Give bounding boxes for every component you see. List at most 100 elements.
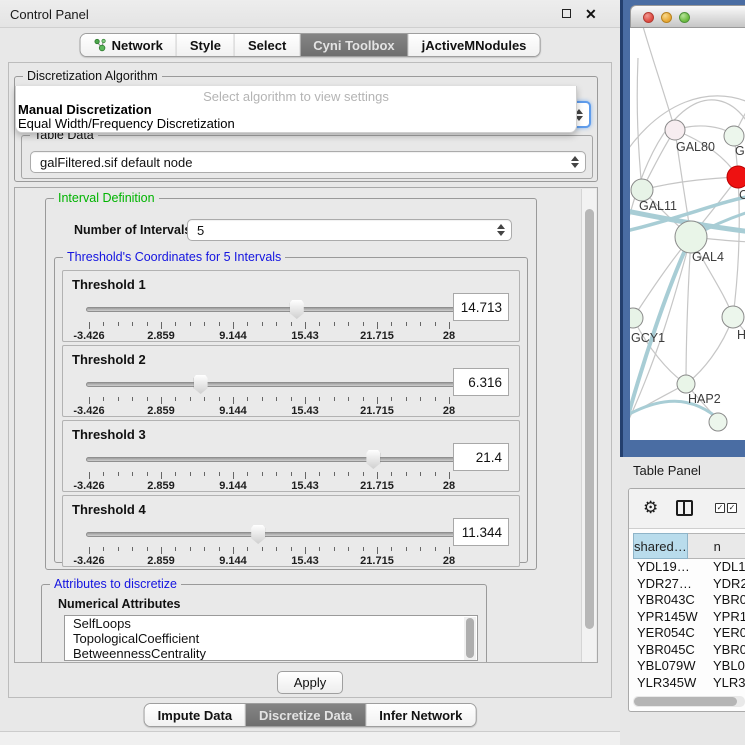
network-node-label: GAL80 [676, 140, 715, 154]
attributes-list-scrollbar[interactable] [464, 617, 476, 661]
slider-ticks [89, 547, 449, 555]
network-node-label: H [737, 328, 745, 342]
tab-select[interactable]: Select [235, 34, 300, 56]
table-row[interactable]: YBR043CYBR0 [633, 592, 745, 609]
threshold-value-input[interactable] [453, 368, 509, 396]
algorithm-option-equal-width[interactable]: Equal Width/Frequency Discretization [16, 117, 576, 131]
network-node[interactable] [630, 308, 643, 328]
slider-handle[interactable] [366, 450, 380, 469]
table-row[interactable]: YLR345WYLR3 [633, 675, 745, 692]
slider-handle[interactable] [290, 300, 304, 319]
number-of-intervals-combobox[interactable]: 5 [187, 219, 512, 241]
threshold-value-input[interactable] [453, 518, 509, 546]
table-horizontal-scrollbar[interactable] [633, 696, 745, 707]
close-window-button[interactable]: ✕ [585, 6, 598, 19]
algorithm-popup-hint: Select algorithm to view settings [16, 86, 576, 103]
threshold-slider[interactable]: -3.4262.8599.14415.4321.71528 [89, 301, 449, 341]
algorithm-dropdown-popup: Select algorithm to view settings Manual… [15, 86, 577, 133]
threshold-value-input[interactable] [453, 293, 509, 321]
cyni-bottom-tabbar: Impute Data Discretize Data Infer Networ… [144, 703, 477, 727]
slider-ticks [89, 472, 449, 480]
algorithm-option-manual[interactable]: Manual Discretization [16, 103, 576, 117]
table-data-combobox-value: galFiltered.sif default node [31, 155, 569, 170]
network-node[interactable] [722, 306, 744, 328]
table-header-row: shared… n [633, 533, 745, 559]
attributes-group: Attributes to discretize Numerical Attri… [41, 584, 487, 663]
cell-name: YBR0 [707, 642, 745, 659]
minimize-traffic-light[interactable] [661, 12, 672, 23]
network-node-label: GAL11 [639, 199, 677, 213]
tab-style[interactable]: Style [177, 34, 235, 56]
attribute-list-item[interactable]: BetweennessCentrality [65, 646, 477, 661]
threshold-slider[interactable]: -3.4262.8599.14415.4321.71528 [89, 451, 449, 491]
tab-discretize-data[interactable]: Discretize Data [246, 704, 366, 726]
close-traffic-light[interactable] [643, 12, 654, 23]
cell-name: YDL1 [707, 559, 745, 576]
threshold-value-input[interactable] [453, 443, 509, 471]
table-row[interactable]: YBL079WYBL0 [633, 658, 745, 675]
attribute-list-item[interactable]: SelfLoops [65, 616, 477, 631]
table-row[interactable]: YBR045CYBR0 [633, 642, 745, 659]
tab-cyni-toolbox[interactable]: Cyni Toolbox [300, 34, 408, 56]
threshold-label: Threshold 1 [72, 277, 146, 292]
cell-shared-name: YPR145W [633, 609, 707, 626]
columns-icon[interactable] [676, 500, 693, 516]
network-edge [637, 58, 642, 190]
table-row[interactable]: YIL052CYIL0 [633, 691, 745, 693]
float-window-button[interactable] [561, 8, 574, 21]
network-node-label: GCY1 [631, 331, 665, 345]
network-node[interactable] [631, 179, 653, 201]
slider-track[interactable] [86, 382, 457, 387]
table-row[interactable]: YPR145WYPR1 [633, 609, 745, 626]
tab-jactivemnodules[interactable]: jActiveMNodules [409, 34, 540, 56]
table-panel-title: Table Panel [633, 463, 701, 478]
tab-label: Impute Data [158, 708, 232, 723]
cell-shared-name: YBR045C [633, 642, 707, 659]
table-data-combobox[interactable]: galFiltered.sif default node [30, 151, 586, 173]
table-row[interactable]: YDR27…YDR2 [633, 576, 745, 593]
threshold-panel: Threshold 4 -3.4262.8599.14415.4321.7152… [62, 495, 520, 567]
network-node[interactable] [677, 375, 695, 393]
attribute-list-item[interactable]: TopologicalCoefficient [65, 631, 477, 646]
number-of-intervals-value: 5 [188, 223, 495, 238]
slider-tick-labels: -3.4262.8599.14415.4321.71528 [89, 405, 449, 417]
apply-button[interactable]: Apply [277, 671, 343, 694]
network-node[interactable] [724, 126, 744, 146]
slider-ticks [89, 322, 449, 330]
slider-track[interactable] [86, 457, 457, 462]
network-node-label: G [735, 144, 745, 158]
slider-handle[interactable] [251, 525, 265, 544]
slider-track[interactable] [86, 307, 457, 312]
zoom-traffic-light[interactable] [679, 12, 690, 23]
network-canvas[interactable]: GAL80GCGAL11GAL4GCY1HHAP2 [630, 28, 745, 440]
network-node[interactable] [709, 413, 727, 431]
column-header-shared-name[interactable]: shared… [633, 533, 688, 559]
cell-name: YIL0 [707, 691, 745, 693]
table-row[interactable]: YDL19…YDL1 [633, 559, 745, 576]
table-row[interactable]: YER054CYER0 [633, 625, 745, 642]
cell-shared-name: YER054C [633, 625, 707, 642]
column-header-name[interactable]: n [688, 533, 745, 559]
tab-impute-data[interactable]: Impute Data [145, 704, 246, 726]
threshold-slider[interactable]: -3.4262.8599.14415.4321.71528 [89, 376, 449, 416]
network-node[interactable] [727, 166, 745, 188]
threshold-label: Threshold 2 [72, 352, 146, 367]
cell-shared-name: YBR043C [633, 592, 707, 609]
slider-tick-labels: -3.4262.8599.14415.4321.71528 [89, 480, 449, 492]
slider-track[interactable] [86, 532, 457, 537]
cell-shared-name: YBL079W [633, 658, 707, 675]
numerical-attributes-label: Numerical Attributes [58, 597, 180, 611]
network-node[interactable] [665, 120, 685, 140]
tab-infer-network[interactable]: Infer Network [366, 704, 475, 726]
number-of-intervals-label: Number of Intervals [74, 223, 191, 237]
network-edge [686, 317, 733, 384]
gear-icon[interactable]: ⚙ [643, 499, 658, 517]
network-node[interactable] [675, 221, 707, 253]
cell-name: YPR1 [707, 609, 745, 626]
settings-vertical-scrollbar[interactable] [581, 189, 596, 663]
tab-network[interactable]: Network [81, 34, 177, 56]
slider-handle[interactable] [194, 375, 208, 394]
threshold-slider[interactable]: -3.4262.8599.14415.4321.71528 [89, 526, 449, 566]
network-edge [642, 177, 738, 190]
select-columns-icon[interactable]: ✓ ✓ [715, 503, 737, 513]
